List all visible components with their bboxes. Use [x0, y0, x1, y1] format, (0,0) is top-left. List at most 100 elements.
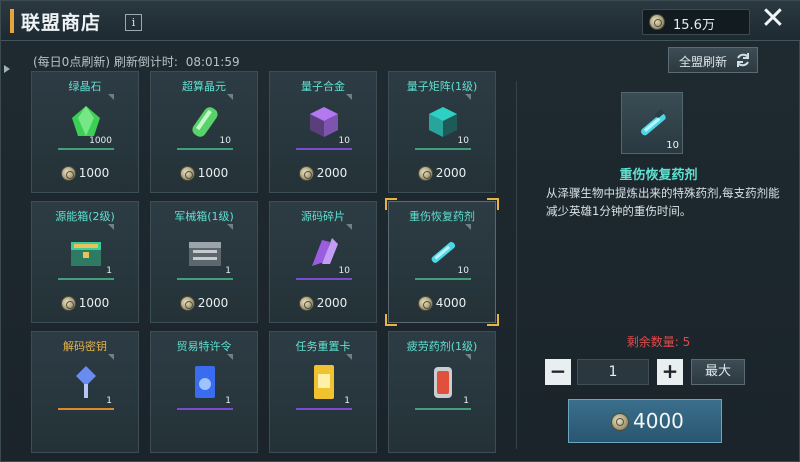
- yellow-card-icon: [314, 365, 334, 399]
- item-price: 2000: [270, 296, 376, 311]
- gray-chest-icon: [189, 242, 221, 266]
- selection-corner: [385, 198, 397, 210]
- countdown-label: 刷新倒计时:: [113, 55, 178, 69]
- item-icon-box: 1000: [58, 94, 114, 150]
- coin-icon: [298, 296, 314, 311]
- expand-arrow-icon[interactable]: [4, 65, 10, 73]
- item-price-value: 2000: [197, 296, 229, 310]
- currency-value: 15.6万: [673, 18, 715, 33]
- item-name: 绿晶石: [68, 80, 102, 93]
- item-icon-box: 1: [58, 354, 114, 410]
- detail-item-icon-box: 10: [621, 92, 683, 154]
- detail-item-qty: 10: [666, 140, 679, 151]
- coin-icon: [417, 166, 433, 181]
- item-icon-box: 1: [177, 224, 233, 280]
- detail-item-name: 重伤恢复药剂: [619, 168, 698, 183]
- item-icon-box: 1: [58, 224, 114, 280]
- coin-icon: [298, 166, 314, 181]
- increase-quantity-button[interactable]: +: [657, 359, 683, 385]
- shop-item-card[interactable]: 解码密钥 1: [31, 331, 139, 453]
- info-icon[interactable]: i: [125, 14, 142, 31]
- item-icon-box: 1: [177, 354, 233, 410]
- selection-corner: [385, 314, 397, 326]
- panel-divider: [516, 81, 517, 449]
- item-qty: 1000: [89, 136, 112, 146]
- item-price-value: 2000: [435, 166, 467, 180]
- item-qty: 1: [225, 396, 231, 406]
- item-qty: 10: [457, 136, 469, 146]
- selection-corner: [487, 198, 499, 210]
- coin-icon: [417, 296, 433, 311]
- title-accent-bar: [10, 9, 14, 33]
- refresh-all-label: 全盟刷新: [679, 55, 728, 69]
- shop-item-card[interactable]: 疲劳药剂(1级) 1: [388, 331, 496, 453]
- quantity-field[interactable]: 1: [577, 359, 649, 385]
- item-icon-box: 10: [296, 224, 352, 280]
- coin-icon: [60, 166, 76, 181]
- shop-item-card[interactable]: 量子合金 10 2000: [269, 71, 377, 193]
- shop-item-card[interactable]: 超算晶元 10 1000: [150, 71, 258, 193]
- item-price: 1000: [151, 166, 257, 181]
- coin-icon: [179, 296, 195, 311]
- item-price-value: 2000: [316, 166, 348, 180]
- page-title: 联盟商店: [21, 12, 102, 34]
- shop-item-card[interactable]: 量子矩阵(1级) 10 2000: [388, 71, 496, 193]
- buy-button[interactable]: 4000: [568, 399, 722, 443]
- item-name: 疲劳药剂(1级): [406, 340, 478, 353]
- coin-icon: [611, 413, 629, 431]
- gold-chest-icon: [71, 242, 101, 266]
- blue-permit-icon: [195, 366, 215, 398]
- item-price: 1000: [32, 296, 138, 311]
- item-icon-box: 1: [296, 354, 352, 410]
- refresh-all-button[interactable]: 全盟刷新: [668, 47, 758, 73]
- close-icon[interactable]: ✕: [758, 4, 788, 35]
- currency-display: 15.6万: [642, 9, 750, 35]
- item-name: 超算晶元: [182, 80, 226, 93]
- shop-item-card[interactable]: 军械箱(1级) 1 2000: [150, 201, 258, 323]
- item-icon-box: 10: [415, 224, 471, 280]
- shop-item-grid: 绿晶石 1000 1000 超算晶元 10 1000 量子合金 10 2000 …: [31, 71, 511, 462]
- item-icon-box: 10: [415, 94, 471, 150]
- cyan-syringe-icon: [641, 109, 666, 136]
- item-name: 量子矩阵(1级): [406, 80, 478, 93]
- item-icon-box: 10: [177, 94, 233, 150]
- item-price-value: 4000: [435, 296, 467, 310]
- item-icon-box: 1: [415, 354, 471, 410]
- item-name: 贸易特许令: [176, 340, 232, 353]
- item-price: 2000: [270, 166, 376, 181]
- item-name: 任务重置卡: [295, 340, 351, 353]
- detail-item-description: 从泽骤生物中提炼出来的特殊药剂,每支药剂能减少英雄1分钟的重伤时间。: [546, 186, 780, 218]
- alliance-shop-window: 联盟商店 i 15.6万 ✕ (每日0点刷新) 刷新倒计时: 08:01:59 …: [0, 0, 800, 462]
- item-price-value: 1000: [197, 166, 229, 180]
- shop-item-card[interactable]: 贸易特许令 1: [150, 331, 258, 453]
- item-name: 量子合金: [301, 80, 345, 93]
- title-bar: 联盟商店 i 15.6万 ✕: [1, 1, 800, 41]
- item-price-value: 2000: [316, 296, 348, 310]
- item-price: 1000: [32, 166, 138, 181]
- max-quantity-button[interactable]: 最大: [691, 359, 745, 385]
- refresh-note: (每日0点刷新): [33, 55, 110, 69]
- shop-item-card[interactable]: 源码碎片 10 2000: [269, 201, 377, 323]
- coin-icon: [179, 166, 195, 181]
- shop-item-card[interactable]: 源能箱(2级) 1 1000: [31, 201, 139, 323]
- coin-icon: [649, 14, 665, 30]
- item-qty: 1: [106, 396, 112, 406]
- buy-price: 4000: [633, 409, 684, 433]
- shop-item-card[interactable]: 重伤恢复药剂 10 4000: [385, 198, 499, 326]
- item-price: 2000: [151, 296, 257, 311]
- item-price-value: 1000: [78, 166, 110, 180]
- item-price-value: 1000: [78, 296, 110, 310]
- item-price: 2000: [389, 166, 495, 181]
- item-qty: 10: [338, 136, 350, 146]
- blue-key-icon: [76, 366, 96, 398]
- shop-item-card[interactable]: 任务重置卡 1: [269, 331, 377, 453]
- item-qty: 1: [344, 396, 350, 406]
- item-qty: 1: [463, 396, 469, 406]
- shop-item-card[interactable]: 绿晶石 1000 1000: [31, 71, 139, 193]
- item-name: 军械箱(1级): [174, 210, 234, 223]
- item-qty: 10: [219, 136, 231, 146]
- decrease-quantity-button[interactable]: −: [545, 359, 571, 385]
- refresh-icon: [737, 53, 749, 67]
- item-name: 重伤恢复药剂: [409, 210, 475, 223]
- item-name: 解码密钥: [63, 340, 107, 353]
